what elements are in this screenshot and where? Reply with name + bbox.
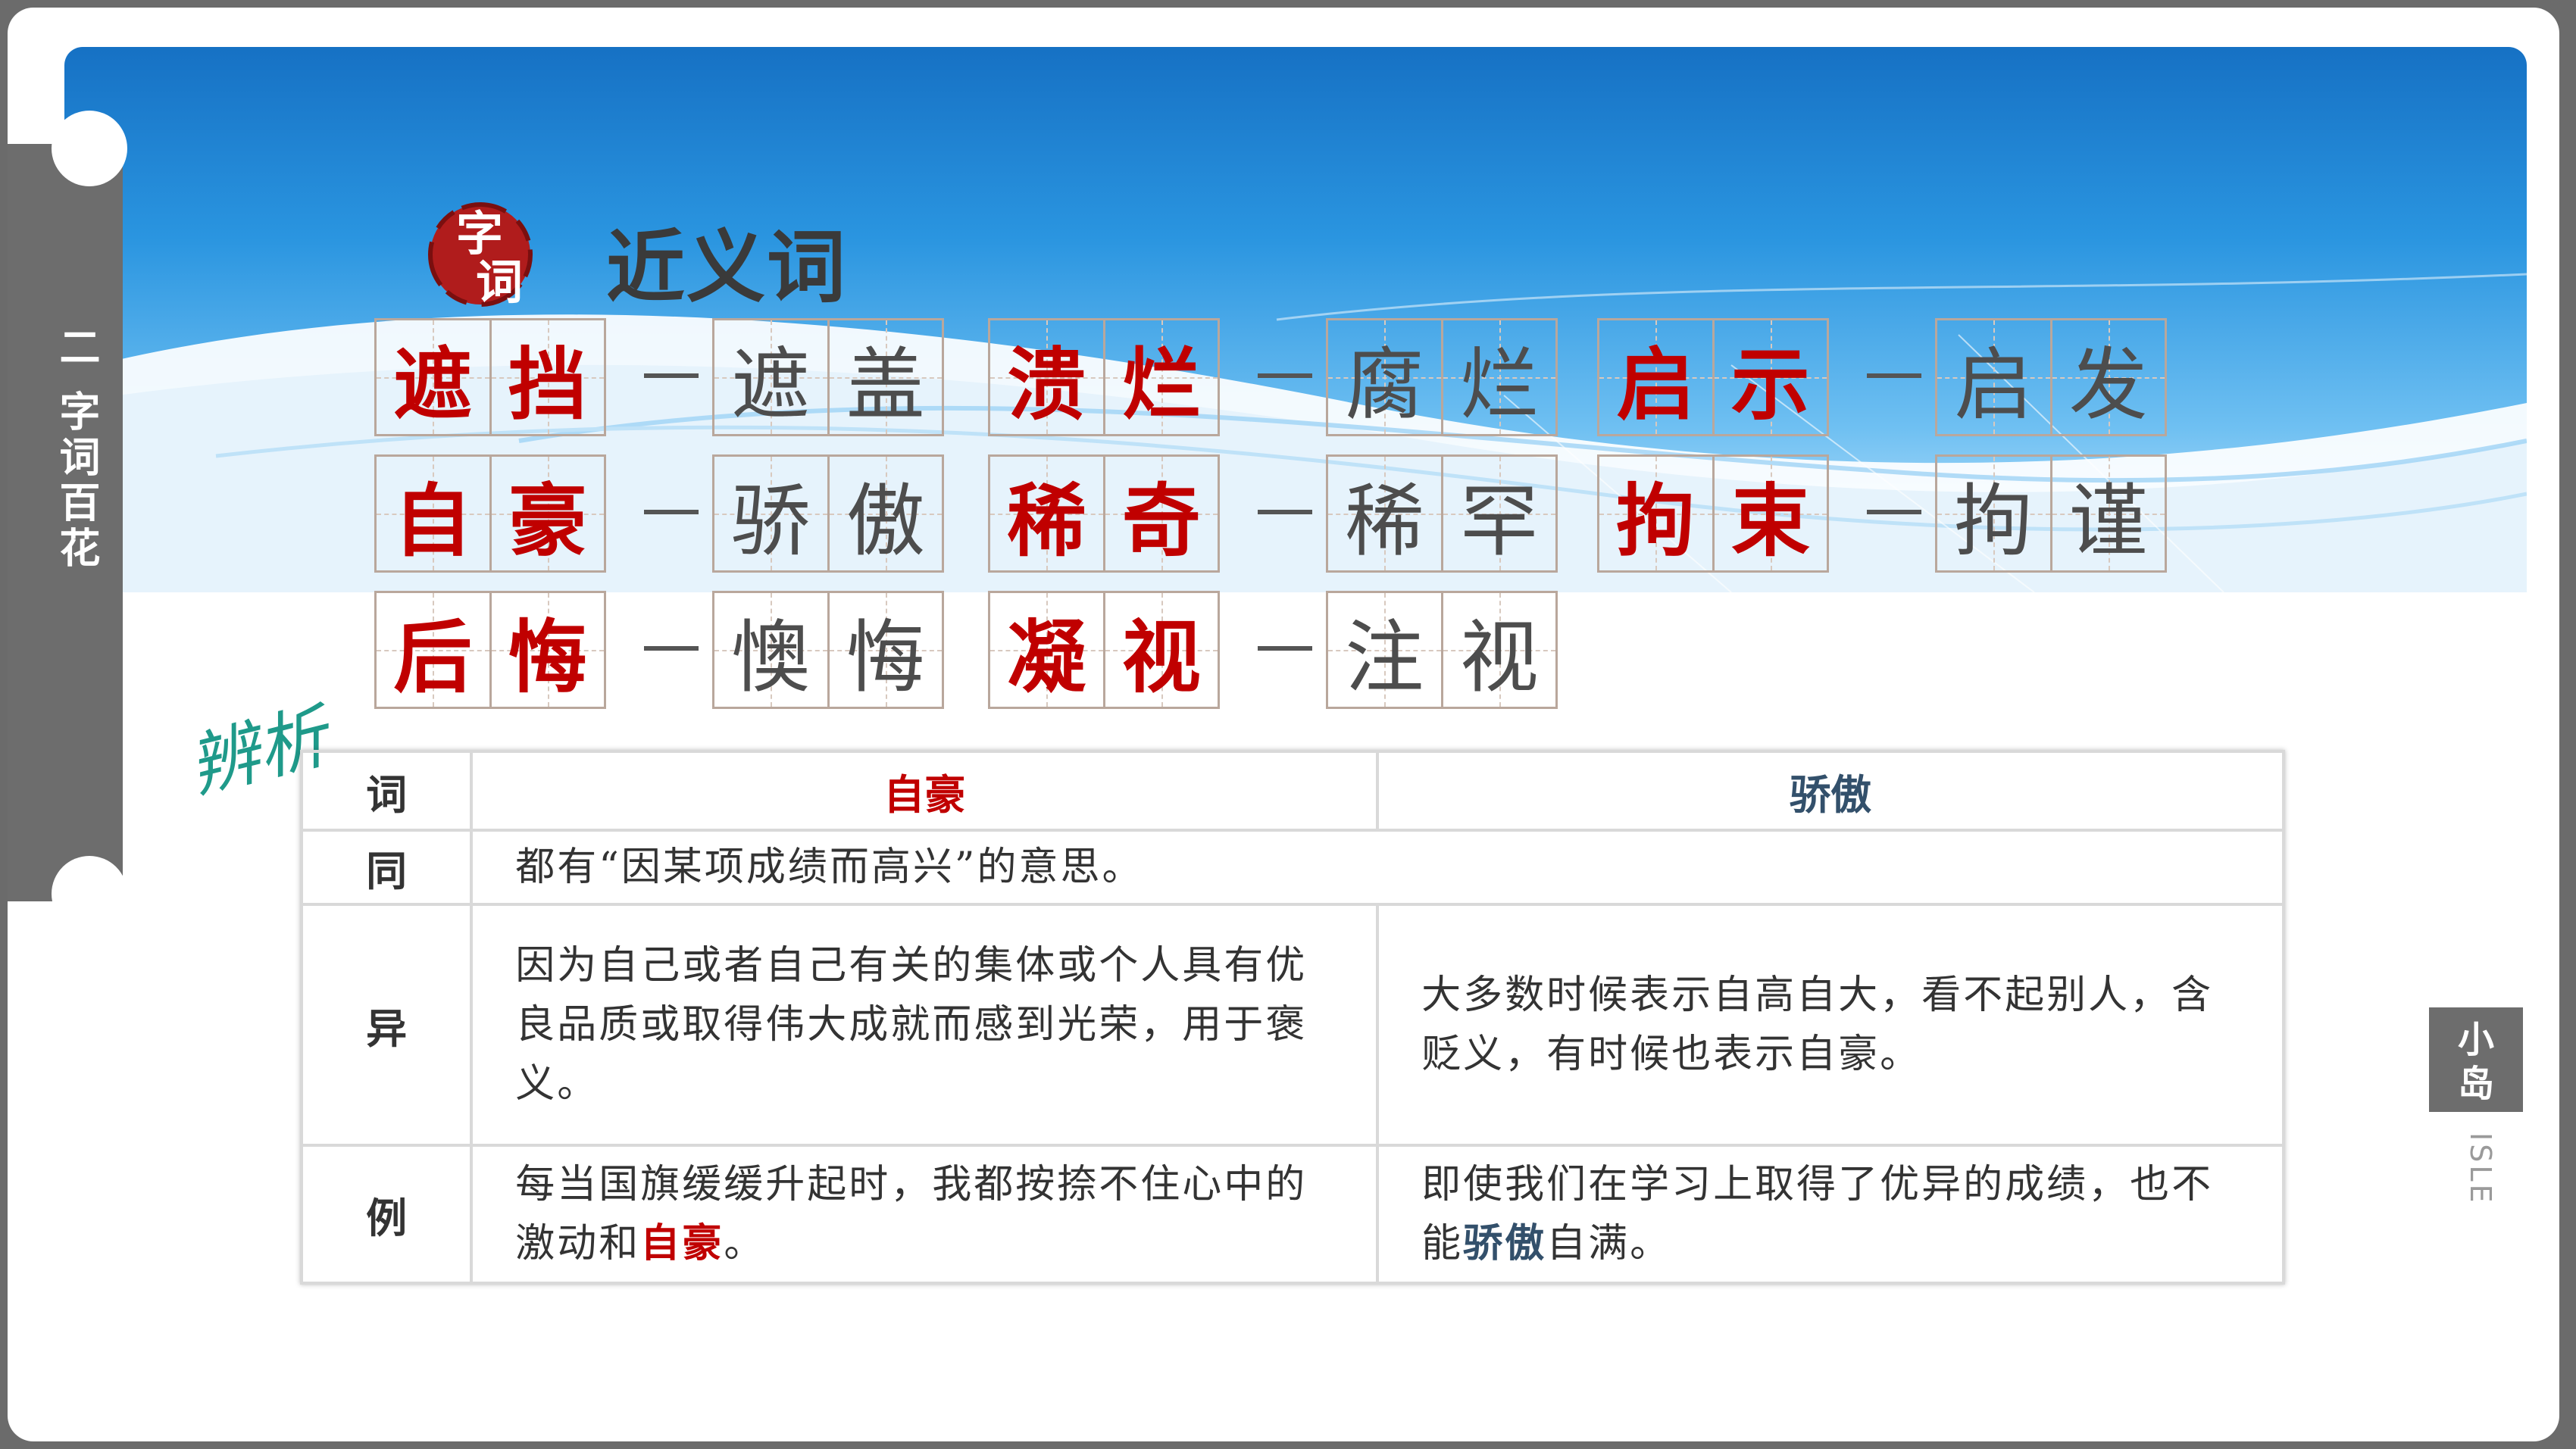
header-cell-jiaoao: 骄傲 [1376,750,2285,832]
header-cell-zihao: 自豪 [470,750,1380,832]
island-badge: 小 岛 [2429,1007,2523,1112]
comparison-table: 词 自豪 骄傲 同 都有“因某项成绩而高兴”的意思。 异 因为自己或者自己有关的… [299,750,2285,1285]
highlight-zihao: 自豪 [640,1220,724,1266]
highlight-jiaoao: 骄傲 [1463,1220,1547,1266]
section-title: 近义词 [606,221,848,314]
same-meaning-text: 都有“因某项成绩而高兴”的意思。 [470,829,2285,906]
logo-char-1: 字 [456,206,503,261]
diff-text-zihao: 因为自己或者自己有关的集体或个人具有优良品质或取得伟大成就而感到光荣，用于褒义。 [470,903,1380,1147]
row-label-diff: 异 [299,903,474,1147]
header-cell-word: 词 [299,750,474,832]
row-label-example: 例 [299,1144,474,1285]
chapter-label: 二 字词百花 [52,326,101,572]
diff-text-jiaoao: 大多数时候表示自高自大，看不起别人，含贬义，有时候也表示自豪。 [1376,903,2285,1147]
example-text-jiaoao: 即使我们在学习上取得了优异的成绩，也不能骄傲自满。 [1376,1144,2285,1285]
isle-watermark: ISLE [2464,1132,2497,1206]
table-row-example: 例 每当国旗缓缓升起时，我都按捺不住心中的激动和自豪。 即使我们在学习上取得了优… [299,1144,2285,1285]
logo-char-2: 词 [476,255,523,310]
side-chapter-tab: 二 字词百花 [8,111,127,932]
example-text-zihao: 每当国旗缓缓升起时，我都按捺不住心中的激动和自豪。 [470,1144,1380,1285]
ink-seal-logo: 字 词 [428,202,533,310]
slide: 二 字词百花 字 词 近义词 遮挡 遮盖 溃烂 腐烂 启示 启发 自豪 骄傲 稀… [8,8,2559,1441]
table-row-diff: 异 因为自己或者自己有关的集体或个人具有优良品质或取得伟大成就而感到光荣，用于褒… [299,903,2285,1147]
table-row-same: 同 都有“因某项成绩而高兴”的意思。 [299,829,2285,906]
table-header-row: 词 自豪 骄傲 [299,750,2285,832]
row-label-same: 同 [299,829,474,906]
